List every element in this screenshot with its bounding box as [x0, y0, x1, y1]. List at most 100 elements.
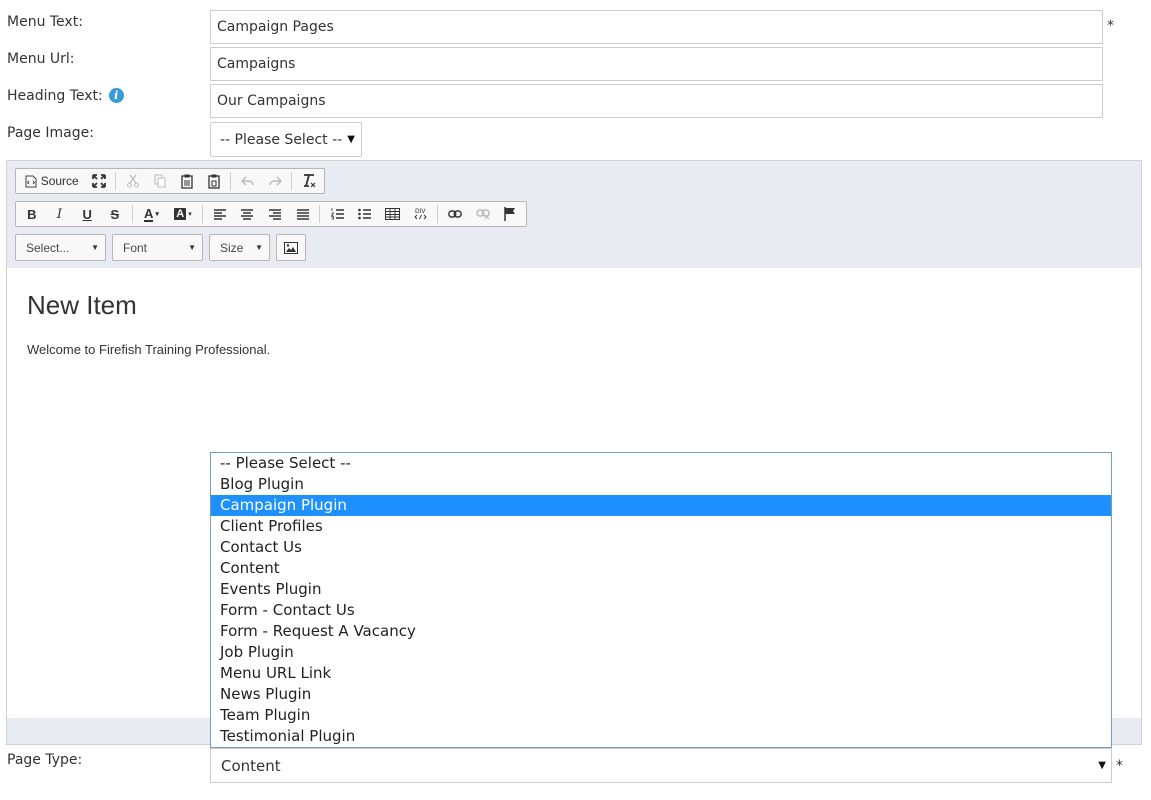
- table-icon: [385, 208, 401, 220]
- align-right-button[interactable]: [261, 203, 289, 225]
- page-type-label: Page Type:: [7, 752, 83, 768]
- format-select[interactable]: Select... ▼: [15, 234, 106, 261]
- paste-text-button[interactable]: [200, 170, 227, 192]
- page-type-dropdown-list[interactable]: -- Please Select -- Blog Plugin Campaign…: [210, 452, 1112, 748]
- source-icon: [25, 175, 37, 187]
- remove-format-button[interactable]: [295, 170, 322, 192]
- dropdown-option[interactable]: Menu URL Link: [211, 663, 1111, 684]
- page-image-label: Page Image:: [7, 125, 94, 141]
- content-paragraph: Welcome to Firefish Training Professiona…: [27, 342, 271, 357]
- source-button[interactable]: Source: [18, 170, 85, 192]
- toolbar-separator: [291, 172, 293, 190]
- redo-icon: [268, 176, 282, 186]
- chevron-down-icon: ▼: [188, 243, 196, 252]
- info-icon[interactable]: i: [108, 88, 124, 103]
- toolbar-separator: [319, 205, 321, 223]
- undo-button[interactable]: [234, 170, 261, 192]
- dropdown-option[interactable]: Testimonial Plugin: [211, 726, 1111, 747]
- dropdown-option-highlighted[interactable]: Campaign Plugin: [211, 495, 1111, 516]
- bold-icon: B: [27, 206, 37, 222]
- toolbar-separator: [131, 205, 133, 223]
- content-heading: New Item: [27, 290, 137, 320]
- required-mark: *: [1107, 18, 1114, 34]
- image-icon: [284, 241, 298, 254]
- toolbar-separator: [437, 205, 439, 223]
- dropdown-option[interactable]: -- Please Select --: [211, 453, 1111, 474]
- chevron-down-icon: ▾: [188, 211, 192, 218]
- heading-text-label-row: Heading Text: i: [7, 88, 124, 104]
- underline-button[interactable]: U: [73, 203, 101, 225]
- strikethrough-button[interactable]: S: [101, 203, 129, 225]
- caret-down-icon: ▼: [1098, 760, 1106, 771]
- dropdown-option[interactable]: Team Plugin: [211, 705, 1111, 726]
- font-select[interactable]: Font ▼: [112, 234, 203, 261]
- toolbar-separator: [230, 172, 232, 190]
- anchor-button[interactable]: [496, 203, 524, 225]
- dropdown-option[interactable]: Job Plugin: [211, 642, 1111, 663]
- link-icon: [447, 210, 462, 218]
- bold-button[interactable]: B: [18, 203, 46, 225]
- toolbar-group-formatting: B I U S A ▾ A ▾ DIV: [15, 201, 527, 227]
- font-select-label: Font: [123, 240, 148, 255]
- align-center-icon: [241, 208, 254, 220]
- text-color-button[interactable]: A ▾: [136, 203, 168, 225]
- menu-url-value: Campaigns: [217, 56, 296, 72]
- italic-icon: I: [56, 206, 63, 222]
- justify-button[interactable]: [289, 203, 317, 225]
- align-right-icon: [268, 208, 281, 220]
- format-select-label: Select...: [26, 240, 70, 255]
- bulleted-list-icon: [358, 208, 372, 220]
- align-left-button[interactable]: [206, 203, 234, 225]
- paste-icon: [181, 174, 193, 189]
- dropdown-option[interactable]: Blog Plugin: [211, 474, 1111, 495]
- page-image-select[interactable]: -- Please Select -- ▼: [210, 122, 362, 157]
- dropdown-option[interactable]: Events Plugin: [211, 579, 1111, 600]
- copy-button[interactable]: [146, 170, 173, 192]
- menu-url-label: Menu Url:: [7, 51, 75, 67]
- cut-button[interactable]: [119, 170, 146, 192]
- italic-button[interactable]: I: [46, 203, 74, 225]
- cut-icon: [126, 174, 139, 188]
- dropdown-option[interactable]: Form - Request A Vacancy: [211, 621, 1111, 642]
- flag-icon: [504, 207, 516, 221]
- dropdown-option[interactable]: Client Profiles: [211, 516, 1111, 537]
- toolbar-separator: [115, 172, 117, 190]
- page-image-value: -- Please Select --: [220, 131, 343, 148]
- text-color-icon: A: [143, 205, 154, 222]
- undo-icon: [240, 176, 254, 186]
- unlink-button[interactable]: [469, 203, 497, 225]
- link-button[interactable]: [441, 203, 469, 225]
- heading-text-value: Our Campaigns: [217, 93, 326, 109]
- bulleted-list-button[interactable]: [351, 203, 379, 225]
- div-container-button[interactable]: DIV: [406, 203, 434, 225]
- maximize-button[interactable]: [85, 170, 112, 192]
- menu-text-value: Campaign Pages: [217, 19, 334, 35]
- underline-icon: U: [82, 206, 92, 222]
- background-color-button[interactable]: A ▾: [167, 203, 199, 225]
- toolbar-group-document: Source: [15, 168, 325, 194]
- align-center-button[interactable]: [233, 203, 261, 225]
- dropdown-option[interactable]: Form - Contact Us: [211, 600, 1111, 621]
- div-container-icon: DIV: [414, 208, 427, 220]
- toolbar-separator: [201, 205, 203, 223]
- dropdown-option[interactable]: Contact Us: [211, 537, 1111, 558]
- redo-button[interactable]: [261, 170, 288, 192]
- remove-format-icon: [303, 174, 316, 188]
- required-mark: *: [1116, 758, 1123, 774]
- paste-button[interactable]: [173, 170, 200, 192]
- page-type-select[interactable]: Content ▼: [210, 748, 1112, 783]
- dropdown-option[interactable]: News Plugin: [211, 684, 1111, 705]
- menu-url-input[interactable]: Campaigns: [210, 47, 1103, 81]
- dropdown-option[interactable]: Content: [211, 558, 1111, 579]
- chevron-down-icon: ▼: [91, 243, 99, 252]
- size-select[interactable]: Size ▼: [209, 234, 270, 261]
- table-button[interactable]: [379, 203, 407, 225]
- numbered-list-icon: [330, 208, 344, 220]
- chevron-down-icon: ▼: [255, 243, 263, 252]
- unlink-icon: [475, 209, 490, 219]
- image-button[interactable]: [276, 234, 306, 261]
- numbered-list-button[interactable]: [323, 203, 351, 225]
- menu-text-input[interactable]: Campaign Pages: [210, 10, 1103, 44]
- page-type-value: Content: [221, 756, 281, 775]
- heading-text-input[interactable]: Our Campaigns: [210, 84, 1103, 118]
